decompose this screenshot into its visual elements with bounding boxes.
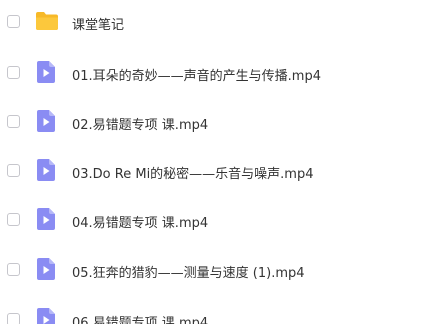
file-list: 课堂笔记 01.耳朵的奇妙——声音的产生与传播.mp4 02.易错题专项 课.m… bbox=[0, 0, 448, 324]
list-item-video[interactable]: 05.狂奔的猎豹——测量与速度 (1).mp4 bbox=[0, 245, 448, 295]
video-file-icon bbox=[37, 258, 55, 280]
file-name: 05.狂奔的猎豹——测量与速度 (1).mp4 bbox=[72, 266, 305, 281]
list-item-video[interactable]: 03.Do Re Mi的秘密——乐音与噪声.mp4 bbox=[0, 147, 448, 197]
checkbox-icon[interactable] bbox=[7, 66, 20, 79]
checkbox-icon[interactable] bbox=[7, 213, 20, 226]
file-name: 课堂笔记 bbox=[72, 18, 125, 33]
file-name: 03.Do Re Mi的秘密——乐音与噪声.mp4 bbox=[72, 167, 314, 182]
video-file-icon bbox=[37, 208, 55, 230]
checkbox-icon[interactable] bbox=[7, 263, 20, 276]
checkbox-icon[interactable] bbox=[7, 115, 20, 128]
file-name: 06.易错题专项 课.mp4 bbox=[72, 316, 209, 324]
file-name: 04.易错题专项 课.mp4 bbox=[72, 216, 209, 231]
file-name: 02.易错题专项 课.mp4 bbox=[72, 118, 209, 133]
checkbox-icon[interactable] bbox=[7, 164, 20, 177]
list-item-video[interactable]: 02.易错题专项 课.mp4 bbox=[0, 98, 448, 148]
video-file-icon bbox=[37, 110, 55, 132]
checkbox-icon[interactable] bbox=[7, 313, 20, 324]
list-item-video[interactable]: 04.易错题专项 课.mp4 bbox=[0, 196, 448, 246]
list-item-video[interactable]: 01.耳朵的奇妙——声音的产生与传播.mp4 bbox=[0, 50, 448, 100]
list-item-video[interactable]: 06.易错题专项 课.mp4 bbox=[0, 294, 448, 324]
file-name: 01.耳朵的奇妙——声音的产生与传播.mp4 bbox=[72, 69, 321, 84]
video-file-icon bbox=[37, 308, 55, 324]
video-file-icon bbox=[37, 159, 55, 181]
folder-icon bbox=[36, 12, 58, 30]
list-item-folder[interactable]: 课堂笔记 bbox=[0, 0, 448, 50]
video-file-icon bbox=[37, 61, 55, 83]
checkbox-icon[interactable] bbox=[7, 15, 20, 28]
